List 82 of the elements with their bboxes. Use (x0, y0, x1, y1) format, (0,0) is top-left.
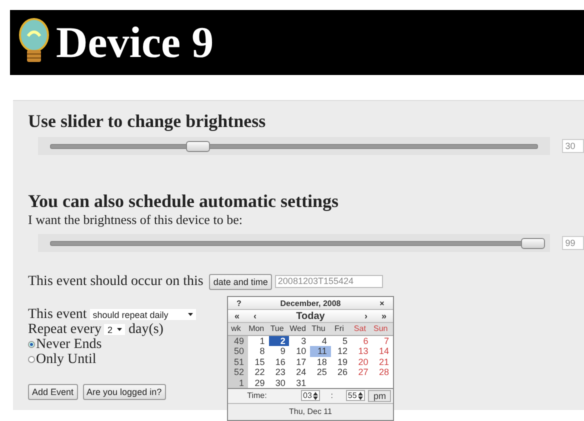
calendar-day[interactable]: 24 (289, 367, 310, 378)
repeat-label: Repeat every (28, 322, 102, 338)
prompt-text: I want the brightness of this device to be: (28, 212, 244, 228)
date-time-button[interactable]: date and time (209, 274, 272, 290)
date-field[interactable]: 20081203T155424 (274, 275, 383, 288)
weekday-label: Fri (330, 323, 352, 336)
section-heading: You can also schedule automatic settings (28, 191, 340, 212)
calendar-day[interactable]: 11 (310, 346, 331, 357)
calendar-day[interactable]: 4 (310, 336, 331, 346)
calendar-day[interactable]: 12 (330, 346, 352, 357)
calendar-day[interactable]: 20 (352, 356, 372, 368)
today-button[interactable]: Today (264, 310, 357, 322)
calendar-day[interactable]: 19 (330, 356, 352, 368)
status-text: Thu, Dec 11 (228, 404, 393, 420)
weekday-label: Sat (352, 323, 372, 336)
calendar-day[interactable]: 1 (248, 336, 269, 346)
login-check-button[interactable]: Are you logged in? (82, 384, 166, 400)
radio-label: Only Until (36, 352, 96, 368)
week-number: 51 (228, 356, 248, 368)
calendar-day[interactable]: 6 (352, 336, 372, 346)
calendar-day[interactable]: 22 (248, 367, 269, 378)
page-title: Device 9 (56, 17, 214, 68)
slider-thumb[interactable] (186, 141, 210, 152)
close-button[interactable]: × (371, 298, 393, 308)
calendar-day[interactable]: 18 (310, 356, 331, 368)
radio-button[interactable] (28, 356, 35, 363)
event-label: This event (28, 306, 87, 322)
calendar-day[interactable]: 10 (289, 346, 310, 357)
previous-year-button[interactable]: « (228, 311, 246, 321)
next-month-button[interactable]: › (357, 311, 375, 321)
weekday-label: Wed (289, 323, 310, 336)
interval-dropdown[interactable]: 2 (104, 324, 126, 335)
occur-label: This event should occur on this (28, 274, 204, 290)
calendar-day[interactable]: 26 (330, 367, 352, 378)
slider-thumb[interactable] (521, 238, 546, 249)
calendar-day[interactable]: 3 (289, 336, 310, 346)
time-separator: : (330, 391, 334, 400)
calendar-day[interactable]: 21 (372, 356, 393, 368)
radio-label: Never Ends (36, 336, 102, 352)
calendar-day[interactable]: 8 (248, 346, 269, 357)
week-number: 1 (228, 378, 248, 388)
calendar-day[interactable]: 16 (268, 356, 290, 368)
calendar-day[interactable]: 14 (372, 346, 393, 357)
weekday-label: Tue (268, 323, 290, 336)
week-header: wk (228, 323, 248, 336)
hour-spinner[interactable]: 03 (301, 390, 320, 402)
week-number: 50 (228, 346, 248, 357)
calendar-day[interactable]: 30 (268, 378, 290, 388)
calendar-day[interactable]: 13 (352, 346, 372, 357)
weekday-label: Mon (248, 323, 269, 336)
value-field[interactable]: 99 (562, 236, 584, 250)
calendar-day[interactable]: 23 (268, 367, 290, 378)
value-field[interactable]: 30 (562, 139, 584, 153)
unit-label: day(s) (128, 322, 164, 338)
section-heading: Use slider to change brightness (28, 111, 267, 132)
add-event-button[interactable]: Add Event (28, 384, 78, 400)
calendar-day[interactable]: 27 (352, 367, 372, 378)
calendar-day[interactable]: 2 (268, 336, 290, 346)
calendar-day[interactable]: 28 (372, 367, 393, 378)
calendar-day[interactable]: 25 (310, 367, 331, 378)
calendar-title: December, 2008 (279, 298, 342, 308)
previous-month-button[interactable]: ‹ (246, 311, 264, 321)
calendar-day[interactable]: 17 (289, 356, 310, 368)
calendar-day[interactable]: 5 (330, 336, 352, 346)
next-year-button[interactable]: » (375, 311, 393, 321)
weekday-label: Thu (310, 323, 331, 336)
radio-button[interactable] (28, 341, 35, 348)
calendar-day[interactable]: 29 (248, 378, 269, 388)
week-number: 49 (228, 336, 248, 346)
ampm-button[interactable]: pm (368, 390, 391, 402)
repeat-dropdown[interactable]: should repeat daily (90, 309, 196, 320)
dropdown-caret-icon (117, 328, 122, 331)
help-button[interactable]: ? (228, 298, 250, 308)
calendar-day[interactable]: 9 (268, 346, 290, 357)
calendar-day[interactable]: 15 (248, 356, 269, 368)
week-number: 52 (228, 367, 248, 378)
time-label: Time: (246, 391, 268, 400)
dropdown-caret-icon (188, 313, 193, 316)
calendar-day[interactable]: 7 (372, 336, 393, 346)
minute-spinner[interactable]: 55 (346, 390, 365, 402)
calendar-day[interactable]: 31 (289, 378, 310, 388)
weekday-label: Sun (372, 323, 393, 336)
